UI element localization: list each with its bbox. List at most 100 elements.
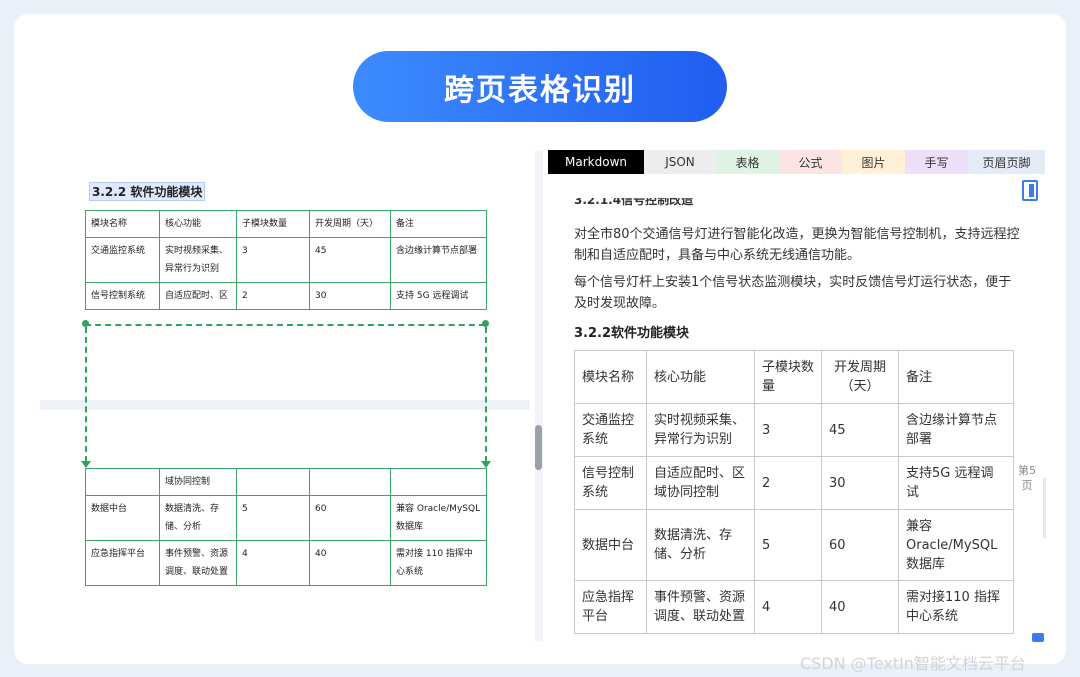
paragraph: 对全市80个交通信号灯进行智能化改造，更换为智能信号控制机，支持远程控制和自适应…: [574, 227, 1020, 263]
table-row: 数据中台 数据清洗、存储、分析 5 60 兼容Oracle/MySQL数据库: [574, 509, 1014, 581]
table-cell: 实时视频采集、异常行为识别: [646, 403, 755, 457]
tab-table[interactable]: 表格: [716, 150, 779, 174]
table-cell: 备注: [898, 350, 1014, 404]
splitter-drag-handle[interactable]: [535, 425, 542, 470]
table-cell: 数据中台: [574, 509, 647, 581]
table-cell: 含边缘计算节点部署: [390, 237, 487, 283]
source-table-page-bottom[interactable]: 域协同控制 数据中台 数据清洗、存储、分析 5 60 兼容 Oracle/MyS…: [85, 468, 487, 586]
source-table-page-top[interactable]: 模块名称 核心功能 子模块数量 开发周期（天） 备注 交通监控系统 实时视频采集…: [85, 210, 487, 310]
page-indicator: 第5页: [1018, 464, 1036, 492]
table-row: 模块名称 核心功能 子模块数量 开发周期（天） 备注: [574, 350, 1014, 404]
table-cell: 60: [309, 495, 391, 541]
table-cell: 交通监控系统: [85, 237, 160, 283]
table-cell: 5: [236, 495, 310, 541]
tab-markdown[interactable]: Markdown: [548, 150, 644, 174]
table-cell: 数据清洗、存储、分析: [159, 495, 237, 541]
table-cell: 开发周期（天）: [821, 350, 899, 404]
table-cell: 5: [754, 509, 822, 581]
arrow-down-icon: [481, 461, 491, 468]
table-cell: 需对接110 指挥中心系统: [898, 580, 1014, 634]
table-row: 数据中台 数据清洗、存储、分析 5 60 兼容 Oracle/MySQL 数据库: [85, 495, 487, 541]
doc-section-heading[interactable]: 3.2.2 软件功能模块: [88, 182, 206, 201]
table-cell: 兼容 Oracle/MySQL 数据库: [390, 495, 487, 541]
table-cell: 域协同控制: [159, 468, 237, 496]
table-row: 应急指挥平台 事件预警、资源调度、联动处置 4 40 需对接110 指挥中心系统: [574, 580, 1014, 634]
table-cell: 2: [236, 282, 310, 310]
tab-handwriting[interactable]: 手写: [905, 150, 968, 174]
table-cell: 信号控制系统: [85, 282, 160, 310]
table-cell: 子模块数量: [754, 350, 822, 404]
pane-splitter[interactable]: [535, 150, 543, 642]
table-cell: 含边缘计算节点部署: [898, 403, 1014, 457]
table-row: 交通监控系统 实时视频采集、异常行为识别 3 45 含边缘计算节点部署: [85, 237, 487, 283]
float-action-button[interactable]: [1032, 633, 1044, 642]
table-cell: 需对接 110 指挥中心系统: [390, 540, 487, 586]
table-cell: 子模块数量: [236, 210, 310, 238]
result-tabs: Markdown JSON 表格 公式 图片 手写 页眉页脚: [548, 150, 1045, 174]
table-cell: 信号控制系统: [574, 456, 647, 510]
table-cell: 兼容Oracle/MySQL数据库: [898, 509, 1014, 581]
table-cell: 模块名称: [85, 210, 160, 238]
tab-image[interactable]: 图片: [842, 150, 905, 174]
table-cell: 3: [754, 403, 822, 457]
table-cell: 数据中台: [85, 495, 160, 541]
table-row: 信号控制系统 自适应配时、区域协同控制 2 30 支持5G 远程调试: [574, 456, 1014, 510]
table-cell: 实时视频采集、异常行为识别: [159, 237, 237, 283]
table-cell: 应急指挥平台: [85, 540, 160, 586]
cut-off-heading: 3.2.1.4信号控制改造: [574, 198, 694, 207]
table-cell: 自适应配时、区: [159, 282, 237, 310]
table-cell: 事件预警、资源调度、联动处置: [159, 540, 237, 586]
table-cell: 2: [754, 456, 822, 510]
table-cell: 事件预警、资源调度、联动处置: [646, 580, 755, 634]
table-cell: 自适应配时、区域协同控制: [646, 456, 755, 510]
table-cell: 备注: [390, 210, 487, 238]
table-cell: [236, 468, 310, 496]
table-cell: 40: [309, 540, 391, 586]
watermark: CSDN @TextIn智能文档云平台: [800, 654, 1026, 673]
table-cell: 支持 5G 远程调试: [390, 282, 487, 310]
table-row: 应急指挥平台 事件预警、资源调度、联动处置 4 40 需对接 110 指挥中心系…: [85, 540, 487, 586]
connector-dot-right: [482, 320, 489, 327]
table-cell: [390, 468, 487, 496]
table-row: 交通监控系统 实时视频采集、异常行为识别 3 45 含边缘计算节点部署: [574, 403, 1014, 457]
table-row: 模块名称 核心功能 子模块数量 开发周期（天） 备注: [85, 210, 487, 238]
tab-formula[interactable]: 公式: [779, 150, 842, 174]
merge-boundary-line: [85, 324, 485, 326]
result-pane: Markdown JSON 表格 公式 图片 手写 页眉页脚 3.2.1.4信号…: [548, 150, 1045, 642]
bookmark-icon[interactable]: [1022, 180, 1038, 201]
table-heading: 3.2.2软件功能模块: [574, 326, 690, 341]
arrow-down-icon: [81, 461, 91, 468]
table-row: 信号控制系统 自适应配时、区 2 30 支持 5G 远程调试: [85, 282, 487, 310]
tab-header-footer[interactable]: 页眉页脚: [968, 150, 1045, 174]
table-cell: 3: [236, 237, 310, 283]
table-cell: [85, 468, 160, 496]
table-cell: [309, 468, 391, 496]
connector-line-right: [485, 327, 487, 462]
table-cell: 30: [309, 282, 391, 310]
table-cell: 交通监控系统: [574, 403, 647, 457]
table-cell: 40: [821, 580, 899, 634]
source-document-pane: 3.2.2 软件功能模块 模块名称 核心功能 子模块数量 开发周期（天） 备注 …: [40, 150, 530, 642]
table-row: 域协同控制: [85, 468, 487, 496]
table-cell: 支持5G 远程调试: [898, 456, 1014, 510]
table-cell: 4: [754, 580, 822, 634]
table-cell: 60: [821, 509, 899, 581]
table-cell: 4: [236, 540, 310, 586]
table-cell: 开发周期（天）: [309, 210, 391, 238]
table-cell: 核心功能: [646, 350, 755, 404]
table-cell: 45: [309, 237, 391, 283]
connector-dot-left: [82, 320, 89, 327]
merged-result-table: 模块名称 核心功能 子模块数量 开发周期（天） 备注 交通监控系统 实时视频采集…: [574, 350, 1014, 634]
feature-title-banner: 跨页表格识别: [353, 51, 727, 122]
table-cell: 模块名称: [574, 350, 647, 404]
result-scrollbar[interactable]: [1043, 478, 1046, 538]
table-cell: 数据清洗、存储、分析: [646, 509, 755, 581]
table-cell: 核心功能: [159, 210, 237, 238]
paragraph: 每个信号灯杆上安装1个信号状态监测模块，实时反馈信号灯运行状态，便于及时发现故障…: [574, 275, 1012, 311]
connector-line-left: [85, 327, 87, 462]
page-break-gap: [40, 400, 530, 410]
tab-json[interactable]: JSON: [644, 150, 716, 174]
table-cell: 30: [821, 456, 899, 510]
table-cell: 45: [821, 403, 899, 457]
table-cell: 应急指挥平台: [574, 580, 647, 634]
